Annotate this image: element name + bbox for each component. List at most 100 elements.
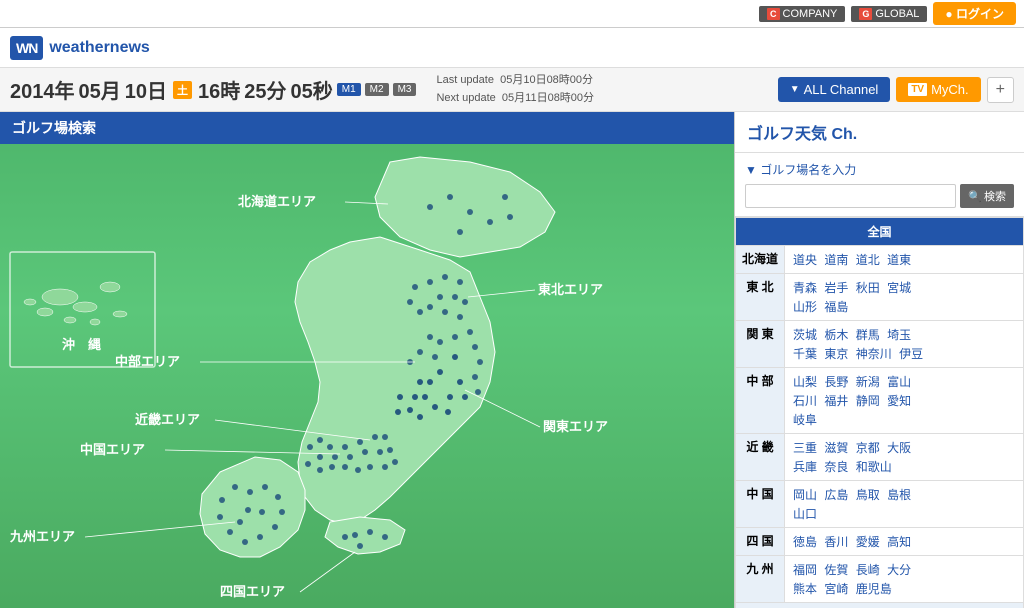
aichi[interactable]: 愛知 — [887, 392, 911, 409]
search-button[interactable]: 🔍 検索 — [960, 184, 1014, 208]
m1-button[interactable]: M1 — [337, 83, 361, 96]
tokushima[interactable]: 徳島 — [793, 533, 817, 550]
yamagata[interactable]: 山形 — [793, 298, 817, 315]
fukushima[interactable]: 福島 — [824, 298, 848, 315]
sec: 05秒 — [291, 75, 333, 104]
chubu-links: 山梨 長野 新潟 富山 石川 福井 静岡 愛知 岐阜 — [785, 368, 1024, 434]
tokyo[interactable]: 東京 — [824, 345, 848, 362]
chugoku-links: 岡山 広島 鳥取 島根 山口 — [785, 481, 1024, 528]
okinawa-cell[interactable]: 沖縄 — [736, 603, 1024, 608]
sidebar: ゴルフ天気 Ch. ゴルフ場名を入力 🔍 検索 全国 北海道 道央 道南 道北 — [734, 112, 1024, 608]
yamanashi[interactable]: 山梨 — [793, 373, 817, 390]
toyama[interactable]: 富山 — [887, 373, 911, 390]
saitama[interactable]: 埼玉 — [887, 326, 911, 343]
akita[interactable]: 秋田 — [856, 279, 880, 296]
okayama[interactable]: 岡山 — [793, 486, 817, 503]
all-country-cell[interactable]: 全国 — [736, 218, 1024, 246]
ibaraki[interactable]: 茨城 — [793, 326, 817, 343]
fukuoka[interactable]: 福岡 — [793, 561, 817, 578]
hokkaido-dohoku[interactable]: 道北 — [856, 251, 880, 268]
kagawa[interactable]: 香川 — [824, 533, 848, 550]
hokkaido-dotou[interactable]: 道東 — [887, 251, 911, 268]
company-button[interactable]: C COMPANY — [759, 6, 845, 22]
global-button[interactable]: G GLOBAL — [851, 6, 927, 22]
chubu-name: 中 部 — [736, 368, 785, 434]
kochi[interactable]: 高知 — [887, 533, 911, 550]
login-button[interactable]: ● ログイン — [933, 2, 1016, 25]
month: 05月 — [79, 75, 121, 104]
svg-text:北海道エリア: 北海道エリア — [238, 194, 316, 209]
hokkaido-dochuou[interactable]: 道央 — [793, 251, 817, 268]
oita[interactable]: 大分 — [887, 561, 911, 578]
kanagawa[interactable]: 神奈川 — [856, 345, 892, 362]
fukui[interactable]: 福井 — [824, 392, 848, 409]
tohoku-links: 青森 岩手 秋田 宮城 山形 福島 — [785, 274, 1024, 321]
tochigi[interactable]: 栃木 — [824, 326, 848, 343]
hyogo[interactable]: 兵庫 — [793, 458, 817, 475]
iwate[interactable]: 岩手 — [824, 279, 848, 296]
add-channel-button[interactable]: + — [987, 77, 1014, 103]
top-bar: C COMPANY G GLOBAL ● ログイン — [0, 0, 1024, 28]
yamaguchi[interactable]: 山口 — [793, 505, 817, 522]
wakayama[interactable]: 和歌山 — [856, 458, 892, 475]
mie[interactable]: 三重 — [793, 439, 817, 456]
mych-icon: TV — [908, 83, 927, 96]
kyushu-name: 九 州 — [736, 556, 785, 603]
tottori[interactable]: 鳥取 — [856, 486, 880, 503]
m3-button[interactable]: M3 — [393, 83, 417, 96]
kumamoto[interactable]: 熊本 — [793, 580, 817, 597]
aomori[interactable]: 青森 — [793, 279, 817, 296]
svg-text:東北エリア: 東北エリア — [538, 282, 603, 297]
hokkaido-links: 道央 道南 道北 道東 — [785, 246, 1024, 274]
svg-text:沖 縄: 沖 縄 — [62, 337, 101, 352]
map-panel: ゴルフ場検索 — [0, 112, 734, 608]
logo-wn: WN — [10, 36, 43, 60]
m2-button[interactable]: M2 — [365, 83, 389, 96]
shiga[interactable]: 滋賀 — [824, 439, 848, 456]
kanto-name: 関 東 — [736, 321, 785, 368]
logo[interactable]: WN weathernews — [10, 36, 150, 60]
svg-text:中部エリア: 中部エリア — [115, 354, 180, 369]
gunma[interactable]: 群馬 — [856, 326, 880, 343]
miyagi[interactable]: 宮城 — [887, 279, 911, 296]
osaka[interactable]: 大阪 — [887, 439, 911, 456]
kagoshima[interactable]: 鹿児島 — [856, 580, 892, 597]
chiba[interactable]: 千葉 — [793, 345, 817, 362]
svg-text:中国エリア: 中国エリア — [80, 442, 145, 457]
dow-badge: 土 — [173, 81, 192, 99]
shimane[interactable]: 島根 — [887, 486, 911, 503]
shikoku-links: 徳島 香川 愛媛 高知 — [785, 528, 1024, 556]
kinki-name: 近 畿 — [736, 434, 785, 481]
search-input[interactable] — [745, 184, 956, 208]
map-svg-container: 北海道エリア 東北エリア 関東エリア 中部エリア 近畿エリア 中国エリア 四 — [0, 142, 734, 608]
kinki-links: 三重 滋賀 京都 大阪 兵庫 奈良 和歌山 — [785, 434, 1024, 481]
global-icon: G — [859, 8, 872, 20]
svg-text:四国エリア: 四国エリア — [220, 584, 285, 599]
saga[interactable]: 佐賀 — [824, 561, 848, 578]
niigata[interactable]: 新潟 — [856, 373, 880, 390]
search-icon: 🔍 — [968, 190, 982, 203]
all-channel-button[interactable]: ALL Channel — [778, 77, 891, 102]
region-table: 全国 北海道 道央 道南 道北 道東 東 北 青森 岩手 秋田 宮城 山形 — [735, 217, 1024, 608]
company-icon: C — [767, 8, 780, 20]
mych-button[interactable]: TV MyCh. — [896, 77, 980, 102]
nara[interactable]: 奈良 — [824, 458, 848, 475]
kyoto[interactable]: 京都 — [856, 439, 880, 456]
day: 10日 — [125, 75, 167, 104]
miyazaki[interactable]: 宮崎 — [824, 580, 848, 597]
search-section: ゴルフ場名を入力 🔍 検索 — [735, 153, 1024, 217]
channel-bar: ALL Channel TV MyCh. + — [778, 77, 1014, 103]
ishikawa[interactable]: 石川 — [793, 392, 817, 409]
japan-map-svg: 北海道エリア 東北エリア 関東エリア 中部エリア 近畿エリア 中国エリア 四 — [0, 142, 720, 608]
chugoku-name: 中 国 — [736, 481, 785, 528]
hokkaido-donan[interactable]: 道南 — [824, 251, 848, 268]
kyushu-links: 福岡 佐賀 長崎 大分 熊本 宮崎 鹿児島 — [785, 556, 1024, 603]
map-title: ゴルフ場検索 — [0, 112, 734, 144]
nagasaki[interactable]: 長崎 — [856, 561, 880, 578]
izu[interactable]: 伊豆 — [899, 345, 923, 362]
hiroshima[interactable]: 広島 — [824, 486, 848, 503]
ehime[interactable]: 愛媛 — [856, 533, 880, 550]
nagano[interactable]: 長野 — [824, 373, 848, 390]
gifu[interactable]: 岐阜 — [793, 411, 817, 428]
shizuoka[interactable]: 静岡 — [856, 392, 880, 409]
